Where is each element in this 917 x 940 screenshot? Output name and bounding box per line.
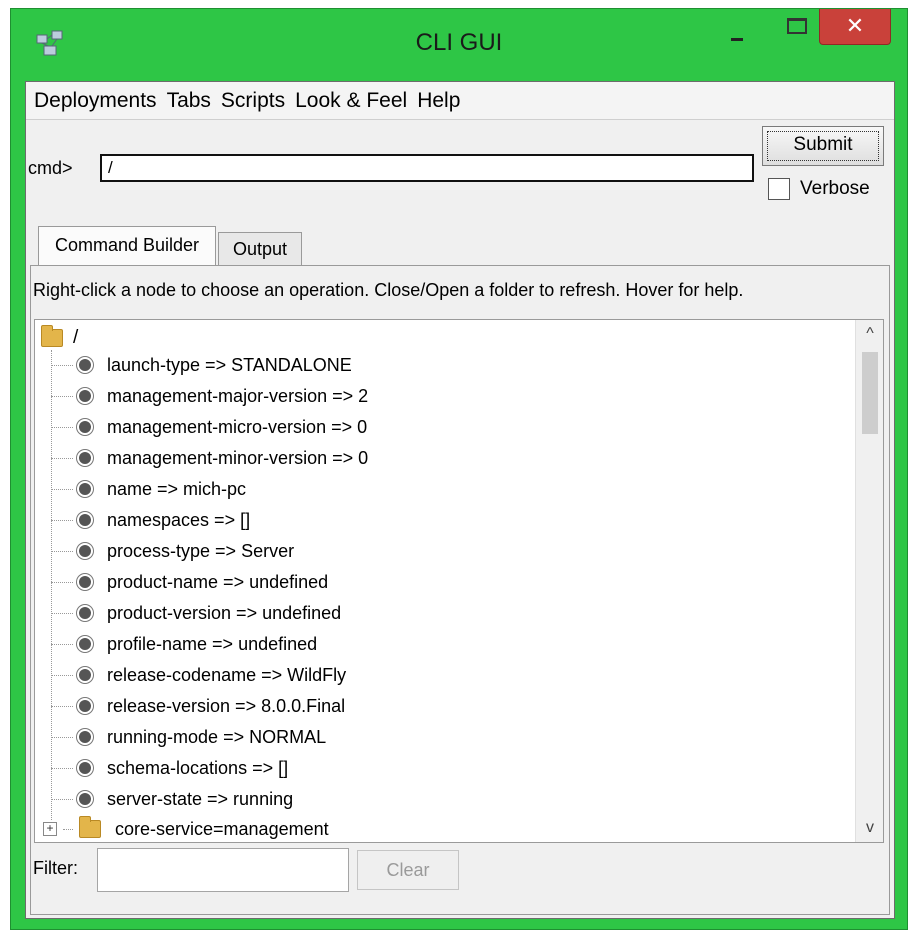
menu-tabs[interactable]: Tabs: [163, 89, 215, 113]
tree-node-label: management-minor-version => 0: [107, 447, 369, 468]
attribute-icon: [79, 607, 91, 619]
attribute-icon: [79, 514, 91, 526]
cmd-input[interactable]: /: [100, 154, 754, 182]
attribute-icon: [79, 576, 91, 588]
tree-node-label: namespaces => []: [107, 509, 251, 530]
tree-node[interactable]: management-minor-version => 0: [51, 443, 368, 473]
clear-button[interactable]: Clear: [357, 850, 459, 890]
tree-folder-node[interactable]: core-service=management: [63, 814, 329, 842]
tree-node-label: profile-name => undefined: [107, 633, 318, 654]
minimize-button[interactable]: [711, 9, 757, 47]
tree-node-label: release-version => 8.0.0.Final: [107, 695, 346, 716]
expand-icon[interactable]: +: [43, 822, 57, 836]
attribute-icon: [79, 638, 91, 650]
menu-look-and-feel[interactable]: Look & Feel: [291, 89, 411, 113]
attribute-icon: [79, 793, 91, 805]
scroll-down-icon[interactable]: v: [856, 814, 883, 842]
menu-help[interactable]: Help: [413, 89, 464, 113]
tree-node[interactable]: running-mode => NORMAL: [51, 722, 326, 752]
filter-input[interactable]: [97, 848, 349, 892]
tree-node-label: process-type => Server: [107, 540, 295, 561]
attribute-icon: [79, 731, 91, 743]
menu-deployments[interactable]: Deployments: [30, 89, 161, 113]
folder-icon: [41, 325, 63, 347]
maximize-button[interactable]: [771, 9, 817, 47]
submit-button[interactable]: Submit: [762, 126, 884, 166]
filter-label: Filter:: [33, 858, 78, 878]
verbose-checkbox[interactable]: [768, 178, 790, 200]
tree-root-label: /: [73, 327, 79, 348]
tree-node-label: release-codename => WildFly: [107, 664, 347, 685]
tree-node[interactable]: namespaces => []: [51, 505, 250, 535]
tree-node[interactable]: management-major-version => 2: [51, 381, 368, 411]
tree-node[interactable]: release-codename => WildFly: [51, 660, 346, 690]
tree-node[interactable]: schema-locations => []: [51, 753, 288, 783]
tree-node[interactable]: management-micro-version => 0: [51, 412, 367, 442]
tree-folder-label: core-service=management: [115, 818, 329, 839]
attribute-icon: [79, 359, 91, 371]
attribute-icon: [79, 545, 91, 557]
node-tree[interactable]: / launch-type => STANDALONE management-m…: [34, 319, 884, 843]
tree-node[interactable]: product-version => undefined: [51, 598, 341, 628]
attribute-icon: [79, 452, 91, 464]
tree-node-label: name => mich-pc: [107, 478, 247, 499]
tree-root-node[interactable]: /: [41, 324, 78, 352]
attribute-icon: [79, 390, 91, 402]
attribute-icon: [79, 700, 91, 712]
window-client-area: Deployments Tabs Scripts Look & Feel Hel…: [25, 81, 895, 919]
tree-node-label: launch-type => STANDALONE: [107, 354, 352, 375]
cmd-label: cmd>: [28, 158, 73, 178]
command-builder-panel: Right-click a node to choose an operatio…: [30, 265, 890, 915]
verbose-label[interactable]: Verbose: [800, 178, 870, 200]
folder-icon: [79, 816, 101, 838]
scroll-up-icon[interactable]: ^: [856, 320, 883, 348]
tree-node-label: management-major-version => 2: [107, 385, 369, 406]
tree-node[interactable]: process-type => Server: [51, 536, 294, 566]
tab-output[interactable]: Output: [218, 232, 302, 266]
menu-bar: Deployments Tabs Scripts Look & Feel Hel…: [26, 82, 894, 120]
tree-node-label: running-mode => NORMAL: [107, 726, 327, 747]
tree-node[interactable]: server-state => running: [51, 784, 293, 814]
tree-node[interactable]: release-version => 8.0.0.Final: [51, 691, 345, 721]
tree-node[interactable]: profile-name => undefined: [51, 629, 317, 659]
attribute-icon: [79, 483, 91, 495]
attribute-icon: [79, 669, 91, 681]
tree-node-label: schema-locations => []: [107, 757, 289, 778]
app-window: CLI GUI ✕ Deployments Tabs Scripts Look …: [10, 8, 908, 930]
tree-node-label: product-name => undefined: [107, 571, 329, 592]
title-bar[interactable]: CLI GUI ✕: [11, 9, 907, 81]
tree-node[interactable]: launch-type => STANDALONE: [51, 350, 352, 380]
help-hint-text: Right-click a node to choose an operatio…: [33, 280, 744, 300]
menu-scripts[interactable]: Scripts: [217, 89, 289, 113]
tree-node-label: product-version => undefined: [107, 602, 342, 623]
tree-node-label: management-micro-version => 0: [107, 416, 368, 437]
tree-node[interactable]: product-name => undefined: [51, 567, 328, 597]
attribute-icon: [79, 762, 91, 774]
tab-command-builder[interactable]: Command Builder: [38, 226, 216, 266]
tree-node[interactable]: name => mich-pc: [51, 474, 246, 504]
scroll-thumb[interactable]: [862, 352, 878, 434]
close-button[interactable]: ✕: [819, 9, 891, 45]
attribute-icon: [79, 421, 91, 433]
tree-scrollbar[interactable]: ^ v: [855, 320, 883, 842]
tree-node-label: server-state => running: [107, 788, 294, 809]
